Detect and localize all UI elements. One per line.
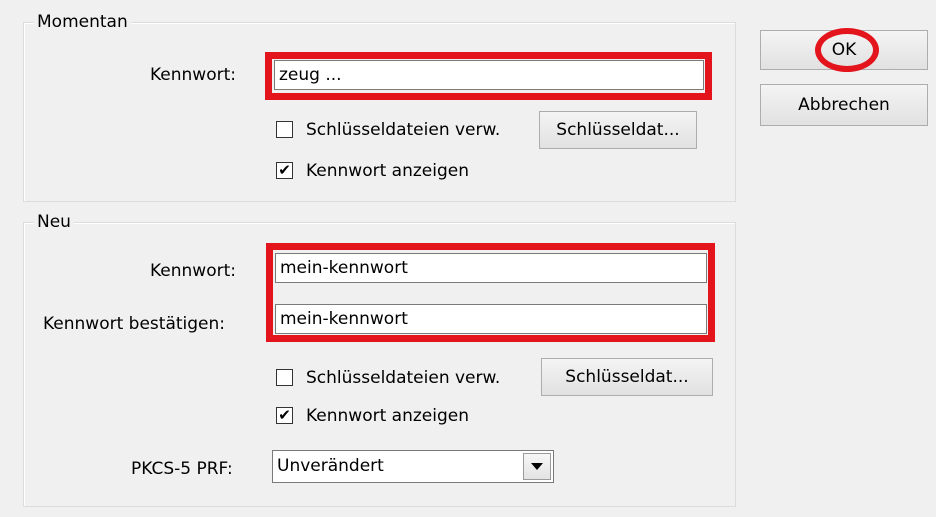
current-show-password-label: Kennwort anzeigen	[306, 161, 469, 181]
current-use-keyfiles-label: Schlüsseldateien verw.	[306, 120, 501, 140]
prf-select-value: Unverändert	[277, 456, 384, 476]
prf-select[interactable]: Unverändert	[272, 450, 554, 483]
ok-button[interactable]: OK	[760, 30, 928, 70]
current-password-label: Kennwort:	[150, 65, 236, 85]
new-keyfiles-button[interactable]: Schlüsseldat...	[541, 358, 713, 396]
current-use-keyfiles-checkbox[interactable]	[276, 121, 293, 138]
current-show-password-checkbox[interactable]: ✔	[276, 162, 293, 179]
checkmark-icon: ✔	[278, 161, 291, 179]
checkmark-icon: ✔	[278, 406, 291, 424]
new-password-label: Kennwort:	[150, 261, 236, 281]
current-group-title: Momentan	[34, 11, 131, 33]
new-password-field[interactable]: mein-kennwort	[275, 253, 707, 283]
new-use-keyfiles-label: Schlüsseldateien verw.	[306, 368, 501, 388]
chevron-down-icon[interactable]	[523, 453, 551, 480]
prf-label: PKCS-5 PRF:	[131, 459, 233, 479]
new-group-title: Neu	[34, 211, 74, 233]
new-show-password-checkbox[interactable]: ✔	[276, 407, 293, 424]
confirm-password-label: Kennwort bestätigen:	[43, 314, 226, 334]
current-keyfiles-button[interactable]: Schlüsseldat...	[539, 111, 697, 149]
cancel-button[interactable]: Abbrechen	[760, 84, 928, 126]
new-use-keyfiles-checkbox[interactable]	[276, 369, 293, 386]
new-show-password-label: Kennwort anzeigen	[306, 406, 469, 426]
confirm-password-field[interactable]: mein-kennwort	[275, 304, 707, 334]
current-password-field[interactable]: zeug ...	[274, 60, 704, 90]
